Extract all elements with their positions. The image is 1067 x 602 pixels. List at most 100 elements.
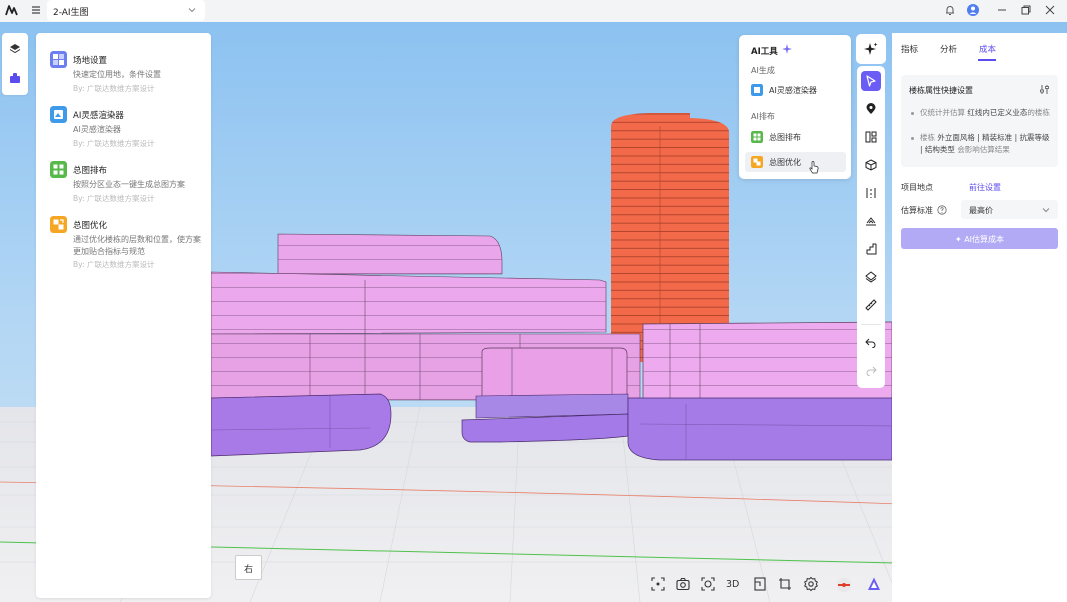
restore-icon[interactable]	[1019, 3, 1033, 17]
sparkle-icon	[864, 42, 878, 55]
redo-button[interactable]	[861, 360, 881, 380]
plugin-author: By: 广联达数维方案设计	[73, 194, 155, 203]
terrain-icon	[866, 217, 876, 226]
adjust-settings-icon[interactable]	[1039, 84, 1050, 95]
focus-view-icon[interactable]	[700, 576, 716, 592]
properties-panel: 指标 分析 成本 楼栋属性快捷设置 仅统计并估算 红线内已定义业态的楼栋 楼栋 …	[892, 33, 1067, 602]
dimension-tool[interactable]	[861, 183, 881, 203]
section-ai-layout: AI排布	[751, 112, 775, 121]
bullet-text: 楼栋	[920, 133, 935, 142]
project-location-label: 项目地点	[901, 183, 933, 192]
layer-tool[interactable]	[861, 267, 881, 287]
cursor-hand-icon	[809, 161, 819, 174]
master-plan-layout-icon	[751, 131, 763, 143]
plugin-item-master-plan-optimize[interactable]: 总图优化 通过优化楼栋的层数和位置，使方案更加贴合指标与规范 By: 广联达数维…	[36, 204, 211, 270]
minimize-icon[interactable]	[995, 3, 1009, 17]
compass-icon[interactable]	[836, 577, 852, 593]
ai-estimate-cost-button[interactable]: ✦ AI估算成本	[901, 228, 1058, 249]
menu-item-label: 总图排布	[769, 133, 801, 142]
box-tool[interactable]	[861, 155, 881, 175]
map-pin-icon	[866, 103, 876, 114]
plugin-title: 总图排布	[73, 166, 108, 176]
ai-render-icon	[50, 106, 67, 123]
view-orientation-label[interactable]: 右	[235, 555, 262, 580]
menu-item-master-plan-layout[interactable]: 总图排布	[745, 127, 846, 147]
bullet-text: 会影响估算结果	[957, 145, 1010, 154]
ai-render-icon	[751, 84, 763, 96]
floor-tool[interactable]	[861, 239, 881, 259]
floor-plan-icon[interactable]	[752, 576, 768, 592]
plugin-item-ai-render[interactable]: AI灵感渲染器 AI灵感渲染器 By: 广联达数维方案设计	[36, 94, 211, 148]
app-logo-icon	[5, 5, 18, 16]
chevron-down-icon	[188, 8, 196, 13]
ai-tools-button[interactable]	[856, 34, 886, 64]
bullet-emphasis: 红线内已定义业态	[967, 108, 1028, 117]
select-tool[interactable]	[861, 71, 881, 91]
sparkle-icon	[782, 44, 792, 54]
quick-settings-card: 楼栋属性快捷设置 仅统计并估算 红线内已定义业态的楼栋 楼栋 外立面风格 | 精…	[901, 75, 1058, 167]
measure-tool[interactable]	[861, 295, 881, 315]
estimate-standard-select[interactable]: 最高价	[961, 200, 1058, 219]
bullet-text: 的楼栋	[1027, 108, 1050, 117]
plugin-item-master-plan-layout[interactable]: 总图排布 按照分区业态一键生成总图方案 By: 广联达数维方案设计	[36, 149, 211, 203]
ruler-icon	[865, 299, 877, 311]
plugin-panel: 场地设置 快速定位用地，条件设置 By: 广联达数维方案设计 AI灵感渲染器 A…	[36, 33, 211, 598]
podium-building-right[interactable]	[642, 321, 893, 405]
base-building-center[interactable]	[461, 393, 629, 443]
active-tab-indicator	[978, 59, 996, 61]
ai-tools-popup: AI工具 AI生成 AI灵感渲染器 AI排布 总图排布 总图优化	[739, 35, 851, 179]
project-name: 2-AI生图	[53, 8, 89, 18]
toolbar-divider	[861, 324, 881, 325]
settings-gear-icon[interactable]	[803, 576, 819, 592]
camera-icon[interactable]	[675, 576, 691, 592]
chevron-down-icon	[1042, 208, 1050, 213]
close-icon[interactable]	[1043, 3, 1057, 17]
3d-mode-toggle[interactable]: 3D	[726, 579, 739, 590]
base-building-right[interactable]	[627, 397, 893, 461]
plugin-item-site-setup[interactable]: 场地设置 快速定位用地，条件设置 By: 广联达数维方案设计	[36, 39, 211, 93]
tab-cost[interactable]: 成本	[979, 43, 996, 55]
user-avatar-icon[interactable]	[966, 3, 980, 17]
layout-tool[interactable]	[861, 127, 881, 147]
project-selector[interactable]: 2-AI生图	[47, 0, 205, 21]
redo-icon	[866, 366, 877, 376]
card-bullet-2: 楼栋 外立面风格 | 精装标准 | 抗震等级 | 结构类型 会影响估算结果	[911, 132, 1051, 156]
plugin-desc: 通过优化楼栋的层数和位置，使方案更加贴合指标与规范	[73, 235, 201, 256]
section-box-icon[interactable]	[777, 576, 793, 592]
undo-button[interactable]	[861, 332, 881, 352]
master-plan-optimize-icon	[50, 216, 67, 233]
tab-indicators[interactable]: 指标	[901, 43, 918, 55]
site-setup-icon	[50, 51, 67, 68]
help-icon[interactable]	[937, 205, 947, 215]
menu-item-label: 总图优化	[769, 158, 801, 167]
go-to-settings-link[interactable]: 前往设置	[969, 182, 1001, 193]
menu-item-ai-render[interactable]: AI灵感渲染器	[745, 80, 846, 100]
layout-icon	[865, 131, 877, 143]
cursor-arrow-icon	[866, 75, 876, 87]
title-bar: 2-AI生图	[0, 0, 1067, 22]
ai-assistant-icon[interactable]	[866, 576, 882, 592]
layers-icon[interactable]	[8, 42, 22, 56]
plugin-icon[interactable]	[8, 71, 22, 85]
menu-icon[interactable]	[29, 3, 43, 17]
plugin-desc: 快速定位用地，条件设置	[73, 70, 161, 79]
plugin-desc: 按照分区业态一键生成总图方案	[73, 180, 185, 189]
terrain-tool[interactable]	[861, 211, 881, 231]
layer-diamond-icon	[865, 271, 877, 283]
location-tool[interactable]	[861, 99, 881, 119]
right-toolbar	[857, 66, 885, 388]
section-ai-generate: AI生成	[751, 66, 775, 75]
zoom-fit-icon[interactable]	[650, 576, 666, 592]
base-building-left[interactable]	[210, 393, 392, 457]
card-bullet-1: 仅统计并估算 红线内已定义业态的楼栋	[911, 107, 1051, 119]
ai-tools-title: AI工具	[751, 47, 778, 57]
bullet-text: 仅统计并估算	[920, 108, 965, 117]
plugin-author: By: 广联达数维方案设计	[73, 84, 155, 93]
undo-icon	[865, 338, 876, 348]
tab-analysis[interactable]: 分析	[940, 43, 957, 55]
plugin-author: By: 广联达数维方案设计	[73, 260, 155, 269]
select-value: 最高价	[969, 206, 993, 215]
notification-bell-icon[interactable]	[943, 3, 957, 17]
plugin-author: By: 广联达数维方案设计	[73, 139, 155, 148]
menu-item-master-plan-optimize[interactable]: 总图优化	[745, 152, 846, 172]
